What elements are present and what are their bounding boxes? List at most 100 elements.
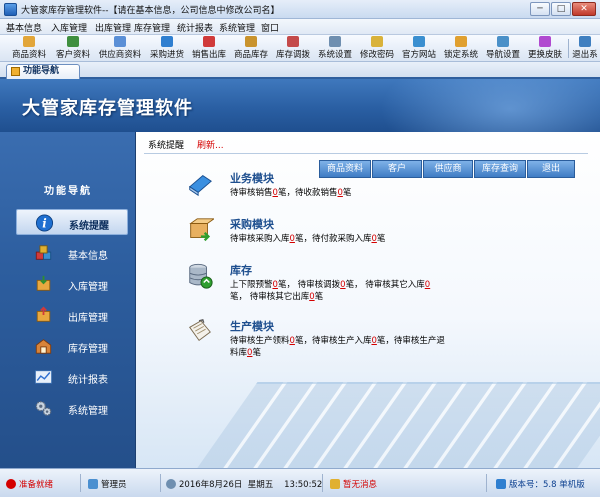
- close-button[interactable]: ✕: [572, 2, 596, 16]
- toolbar-purchase-button[interactable]: 采购进货: [147, 36, 187, 61]
- menu-system[interactable]: 系统管理: [219, 21, 255, 34]
- website-icon: [413, 36, 425, 47]
- status-datetime: 2016年8月26日 星期五 13:50:52: [166, 478, 322, 490]
- gears-icon: [35, 401, 52, 416]
- divider: [144, 153, 588, 154]
- toolbar-exit-button[interactable]: 退出系: [570, 36, 600, 61]
- module-title: 库存: [230, 264, 252, 277]
- sidebar-item-label: 入库管理: [68, 282, 108, 293]
- sidebar-item-reports[interactable]: 统计报表: [16, 364, 128, 390]
- toolbar-lock-button[interactable]: 锁定系统: [441, 36, 481, 61]
- status-bar: 准备就绪 管理员 2016年8月26日 星期五 13:50:52 暂无消息 版本…: [0, 468, 600, 497]
- toolbar-customer-button[interactable]: 客户资料: [53, 36, 93, 61]
- breadcrumb: 系统提醒: [148, 141, 185, 151]
- sales-icon: [203, 36, 215, 47]
- sidebar-item-system-reminder[interactable]: i 系统提醒: [16, 209, 128, 235]
- outbound-box-icon: [36, 306, 51, 322]
- toolbar-purchase-label: 采购进货: [149, 50, 184, 60]
- menu-window[interactable]: 窗口: [261, 21, 279, 34]
- sidebar-item-label: 基本信息: [68, 251, 108, 262]
- status-ready: 准备就绪: [6, 478, 53, 490]
- status-text: 笔: [314, 292, 324, 302]
- status-message[interactable]: 暂无消息: [330, 478, 377, 490]
- refresh-link[interactable]: 刷新...: [197, 138, 224, 151]
- toolbar-transfer-label: 库存调拨: [275, 50, 310, 60]
- toolbar-navigation-label: 导航设置: [485, 50, 520, 60]
- status-message-text: 暂无消息: [343, 480, 378, 490]
- svg-text:i: i: [42, 217, 46, 231]
- toolbar-navigation-button[interactable]: 导航设置: [483, 36, 523, 61]
- app-logo-icon: [4, 3, 17, 16]
- sidebar-item-label: 系统提醒: [69, 221, 109, 232]
- goods-icon: [23, 36, 35, 47]
- module-purchase: 采购模块 待审核采购入库0笔，待付款采购入库0笔: [186, 216, 596, 246]
- status-separator: [486, 474, 487, 492]
- toolbar-stock-button[interactable]: 商品库存: [231, 36, 271, 61]
- toolbar-password-button[interactable]: 修改密码: [357, 36, 397, 61]
- user-icon: [88, 479, 98, 489]
- module-business: 业务模块 待审核销售0笔，待收款销售0笔: [186, 170, 596, 200]
- toolbar-sales-button[interactable]: 销售出库: [189, 36, 229, 61]
- module-status-line: 料库0笔: [230, 346, 261, 358]
- sidebar-heading: 功能导航: [44, 186, 92, 197]
- toolbar-transfer-button[interactable]: 库存调拨: [273, 36, 313, 61]
- window-title: 大管家库存管理软件--【请在基本信息，公司信息中修改公司名】: [21, 6, 280, 16]
- sidebar-item-inventory[interactable]: 库存管理: [16, 333, 128, 359]
- toolbar-website-label: 官方网站: [401, 50, 436, 60]
- toolbar-supplier-button[interactable]: 供应商资料: [95, 36, 145, 61]
- inbound-box-icon: [36, 275, 51, 291]
- status-text: 笔，待审核生产入库: [294, 336, 372, 346]
- status-time: 13:50:52: [284, 480, 323, 490]
- maximize-button[interactable]: □: [551, 2, 571, 16]
- customer-icon: [67, 36, 79, 47]
- menu-reports[interactable]: 统计报表: [177, 21, 213, 34]
- toolbar-stock-label: 商品库存: [233, 50, 268, 60]
- database-icon: [189, 263, 213, 289]
- toolbar-lock-label: 锁定系统: [443, 50, 478, 60]
- tab-label: 功能导航: [23, 66, 60, 76]
- toolbar-skin-button[interactable]: 更换皮肤: [525, 36, 565, 61]
- mail-icon: [330, 479, 340, 489]
- menu-inventory[interactable]: 库存管理: [134, 21, 170, 34]
- status-text: 笔，待审核生产退: [376, 336, 445, 346]
- clock-icon: [166, 479, 176, 489]
- toolbar-skin-label: 更换皮肤: [527, 50, 562, 60]
- sidebar-item-basic-info[interactable]: 基本信息: [16, 240, 128, 266]
- status-weekday: 星期五: [247, 480, 274, 490]
- stock-icon: [245, 36, 257, 47]
- sidebar-item-label: 系统管理: [68, 406, 108, 417]
- navigation-icon: [497, 36, 509, 47]
- settings-icon: [329, 36, 341, 47]
- sidebar-item-system[interactable]: 系统管理: [16, 395, 128, 421]
- toolbar-settings-label: 系统设置: [317, 50, 352, 60]
- keyboard-background-image: [194, 382, 600, 468]
- toolbar-goods-label: 商品资料: [11, 50, 46, 60]
- minimize-button[interactable]: ─: [530, 2, 550, 16]
- toolbar-settings-button[interactable]: 系统设置: [315, 36, 355, 61]
- menu-basic-info[interactable]: 基本信息: [6, 21, 42, 34]
- status-text: 笔: [342, 188, 352, 198]
- main-content: 系统提醒 刷新... 商品资料 客户 供应商 库存查询 退出 业务模块 待审核销…: [136, 132, 600, 468]
- sidebar-item-label: 出库管理: [68, 313, 108, 324]
- status-text: 笔: [252, 348, 261, 358]
- tab-strip: 功能导航: [0, 62, 600, 79]
- sidebar-item-label: 库存管理: [68, 344, 108, 355]
- module-production: 生产模块 待审核生产领料0笔，待审核生产入库0笔，待审核生产退 料库0笔: [186, 318, 596, 360]
- status-date: 2016年8月26日: [179, 480, 243, 490]
- status-text: 笔， 待审核其它入库: [345, 280, 425, 290]
- status-text: 笔， 待审核调拨: [277, 280, 341, 290]
- pending-other-inbound-count[interactable]: 0: [425, 280, 430, 290]
- toolbar-goods-button[interactable]: 商品资料: [7, 36, 51, 61]
- module-title: 生产模块: [230, 320, 274, 333]
- sidebar: 功能导航 i 系统提醒 基本信息 入库管理 出库管理 库存管理 统计报表 系统管…: [0, 132, 136, 468]
- tab-function-navigation[interactable]: 功能导航: [6, 64, 80, 79]
- module-status-line: 待审核生产领料0笔，待审核生产入库0笔，待审核生产退: [230, 334, 445, 346]
- menu-inbound[interactable]: 入库管理: [51, 21, 87, 34]
- sidebar-item-inbound[interactable]: 入库管理: [16, 271, 128, 297]
- status-text: 上下限预警: [230, 280, 273, 290]
- skin-icon: [539, 36, 551, 47]
- menu-outbound[interactable]: 出库管理: [95, 21, 131, 34]
- cubes-icon: [35, 245, 52, 260]
- toolbar-website-button[interactable]: 官方网站: [399, 36, 439, 61]
- sidebar-item-outbound[interactable]: 出库管理: [16, 302, 128, 328]
